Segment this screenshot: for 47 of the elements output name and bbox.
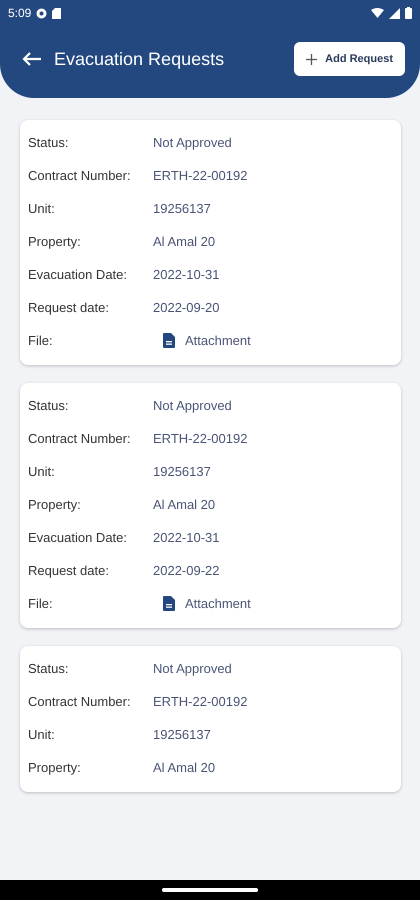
page-title: Evacuation Requests [54,48,226,70]
field-value: Al Amal 20 [153,234,216,249]
field-value: Not Approved [153,135,233,150]
field-label: Property: [28,758,82,777]
plus-icon [306,54,318,64]
field-value: 19256137 [153,464,212,479]
field-label: Evacuation Date: [28,266,128,284]
field-label: Contract Number: [28,166,132,184]
attachment-link[interactable]: Attachment [163,333,251,348]
field-label: Status: [28,660,70,678]
battery-icon [405,7,412,19]
signal-icon [389,8,400,18]
add-request-button[interactable]: Add Request [294,42,405,76]
sd-card-icon [52,8,62,18]
field-value: 2022-10-31 [153,267,220,282]
field-value: ERTH-22-00192 [153,694,248,709]
field-value: ERTH-22-00192 [153,168,248,183]
field-label: File: [28,594,54,612]
field-label: Contract Number: [28,430,132,448]
document-icon [163,596,175,611]
field-label: Request date: [28,562,110,580]
field-label: Status: [28,396,70,414]
field-label: File: [28,332,54,350]
back-arrow-icon[interactable] [22,51,42,67]
field-label: Contract Number: [28,692,132,710]
field-value: 2022-10-31 [153,530,220,545]
wifi-icon [371,8,384,18]
field-label: Evacuation Date: [28,528,128,546]
field-label: Property: [28,496,82,514]
field-label: Status: [28,134,70,152]
field-value: Not Approved [153,661,233,676]
field-value: 19256137 [153,201,212,216]
field-value: 2022-09-20 [153,300,220,315]
document-icon [163,333,175,348]
field-value: Not Approved [153,398,233,413]
field-label: Request date: [28,298,110,317]
field-value: 2022-09-22 [153,563,220,578]
field-value: ERTH-22-00192 [153,431,248,446]
status-time: 5:09 [8,6,32,20]
field-label: Property: [28,232,82,251]
field-value: 19256137 [153,727,212,742]
attachment-link[interactable]: Attachment [163,596,251,611]
field-label: Unit: [28,200,56,218]
field-value: Al Amal 20 [153,497,216,512]
field-label: Unit: [28,462,56,480]
field-label: Unit: [28,726,56,744]
field-value: Al Amal 20 [153,760,216,775]
